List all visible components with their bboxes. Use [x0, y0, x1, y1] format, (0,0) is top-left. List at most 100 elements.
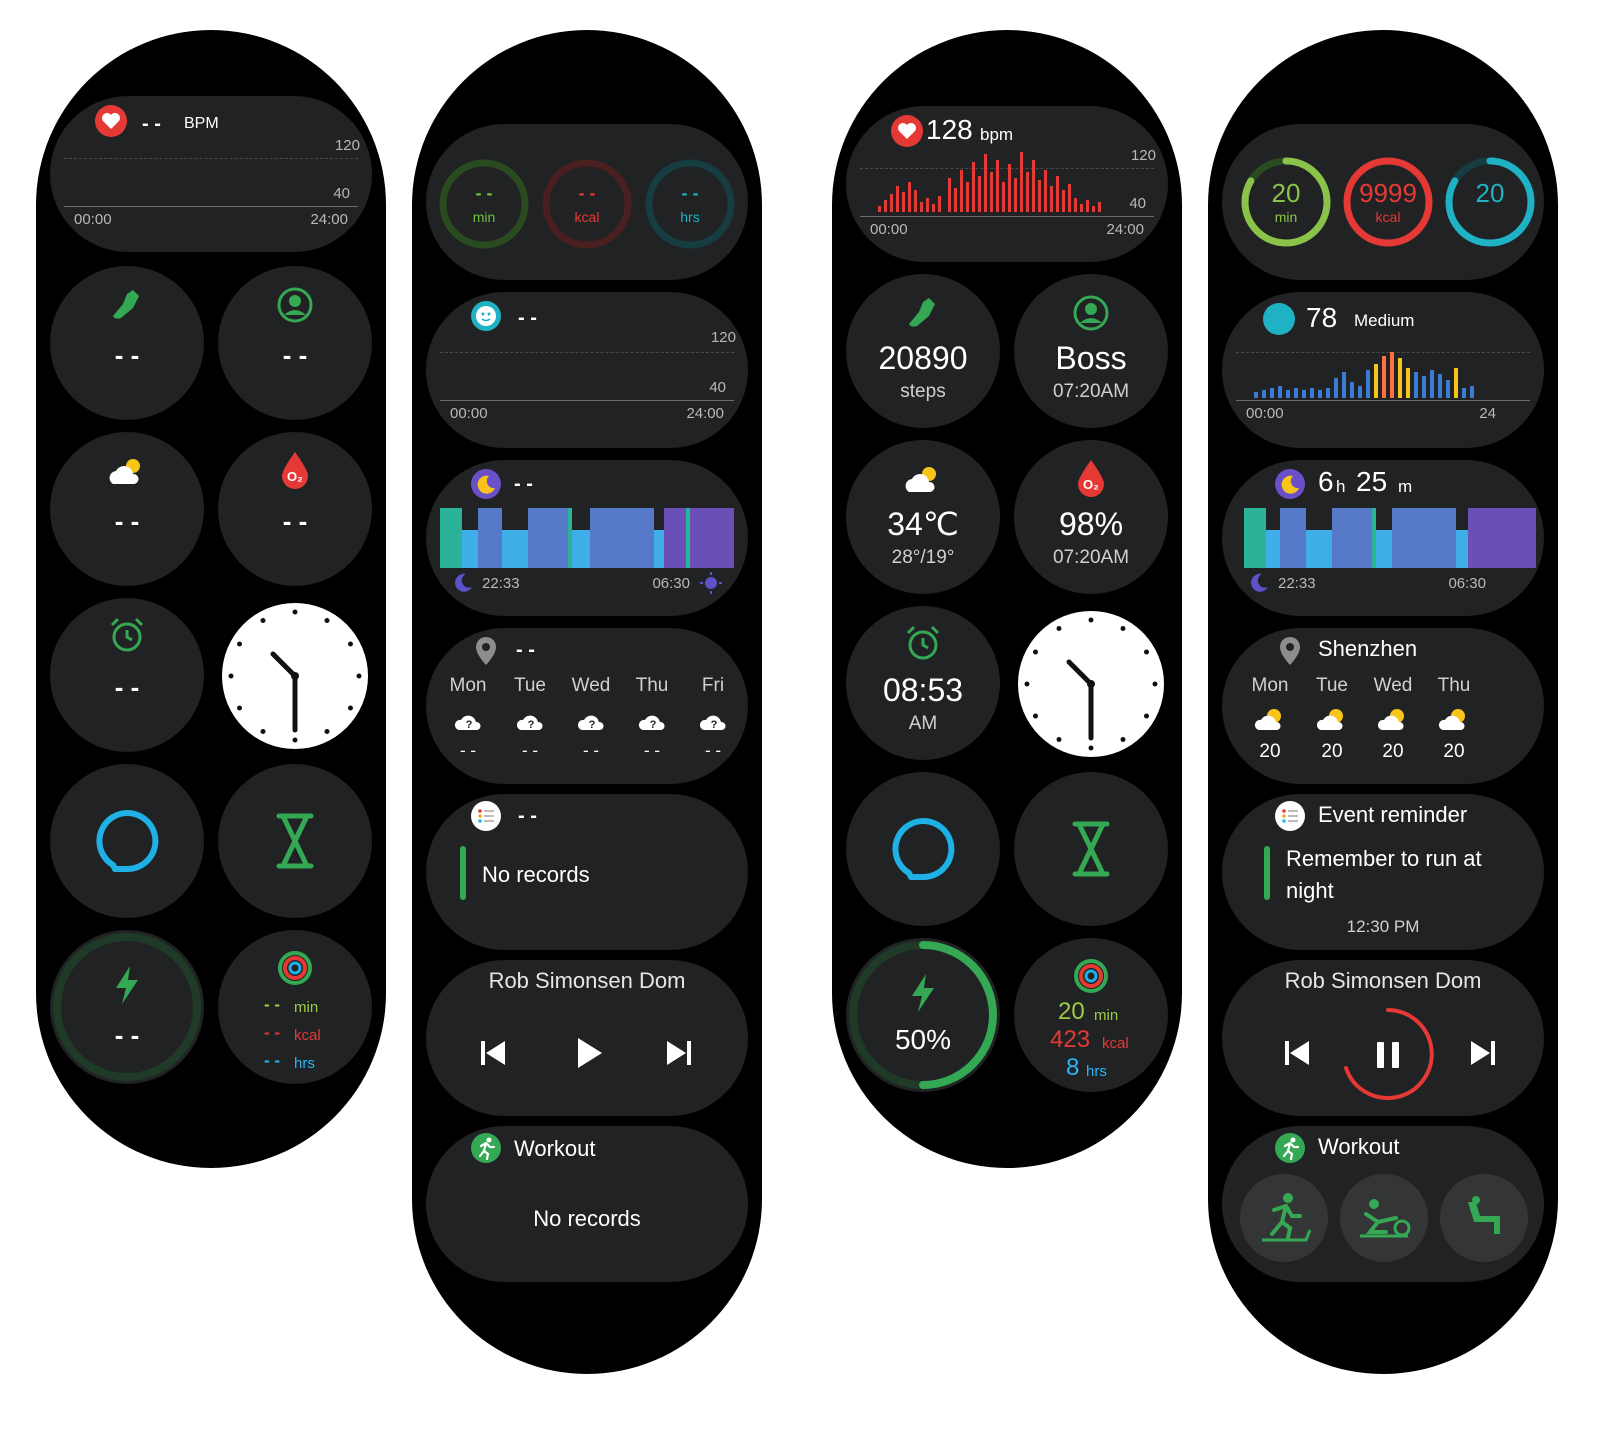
- events-card[interactable]: - - No records: [426, 794, 748, 950]
- chart-start-time: 00:00: [74, 211, 112, 228]
- contact-widget[interactable]: - -: [218, 266, 372, 420]
- screen-2: - - min - - kcal - - hrs - - 120 40 00:0…: [412, 30, 762, 1374]
- sleep-card[interactable]: 6 h 25 m 22:33 06:30: [1222, 460, 1544, 616]
- heart-rate-card[interactable]: - - BPM 120 40 00:00 24:00: [50, 96, 372, 252]
- stress-card[interactable]: - - 120 40 00:00 24:00: [426, 292, 748, 448]
- sleep-hours-unit: h: [1336, 477, 1346, 496]
- weather-forecast-card[interactable]: - - Mon Tue Wed Thu Fri ? ? ? ? ? - - - …: [426, 628, 748, 784]
- oxygen-drop-icon: O₂: [1078, 460, 1104, 497]
- next-track-icon[interactable]: [1468, 1038, 1498, 1068]
- list-icon: [1275, 801, 1305, 831]
- location-pin-icon: [476, 637, 496, 665]
- stress-baseline: [440, 400, 734, 401]
- running-icon: [471, 1133, 501, 1163]
- lightning-icon: [116, 966, 138, 1004]
- play-icon[interactable]: [574, 1036, 604, 1070]
- activity-rings-card[interactable]: 20 min 9999 kcal 20: [1222, 124, 1544, 280]
- strength-button[interactable]: [1440, 1174, 1528, 1262]
- workout-card[interactable]: Workout: [1222, 1126, 1544, 1282]
- analog-clock-widget[interactable]: [221, 602, 369, 750]
- activity-rings-card[interactable]: - - min - - kcal - - hrs: [426, 124, 748, 280]
- contact-widget[interactable]: Boss 07:20AM: [1014, 274, 1168, 428]
- events-text-line2: night: [1286, 878, 1334, 903]
- strength-icon: [1468, 1196, 1500, 1234]
- spo2-widget[interactable]: O₂ - -: [218, 432, 372, 586]
- spo2-widget[interactable]: O₂ 98% 07:20AM: [1014, 440, 1168, 594]
- alarm-widget[interactable]: 08:53 AM: [846, 606, 1000, 760]
- activity-min-unit: min: [1094, 1007, 1119, 1024]
- sleep-card[interactable]: - - 22:33 06:30: [426, 460, 748, 616]
- chart-max-label: 120: [1130, 147, 1156, 164]
- music-card[interactable]: Rob Simonsen Dom: [1222, 960, 1544, 1116]
- previous-track-icon[interactable]: [1282, 1038, 1312, 1068]
- activity-min-value: 20: [1058, 998, 1085, 1025]
- previous-track-icon[interactable]: [478, 1038, 508, 1068]
- next-track-icon[interactable]: [664, 1038, 694, 1068]
- sleep-value: - -: [514, 473, 533, 495]
- pause-icon[interactable]: [1374, 1040, 1402, 1070]
- forecast-day: Thu: [635, 675, 669, 696]
- forecast-day: Wed: [571, 675, 611, 696]
- track-title: Rob Simonsen Dom: [488, 970, 686, 992]
- sleep-start-time: 22:33: [482, 575, 520, 592]
- steps-widget[interactable]: - -: [50, 266, 204, 420]
- alarm-widget[interactable]: - -: [50, 598, 204, 752]
- forecast-temp: - -: [521, 741, 539, 760]
- sleep-minutes: 25: [1356, 466, 1388, 497]
- stress-level: Medium: [1354, 311, 1415, 330]
- chart-max-label: 120: [334, 137, 360, 154]
- forecast-temp: 20: [1321, 741, 1343, 762]
- workout-card[interactable]: Workout No records: [426, 1126, 748, 1282]
- forecast-day: Thu: [1437, 675, 1471, 696]
- svg-text:?: ?: [650, 719, 657, 731]
- partly-cloudy-icon: [1316, 709, 1343, 730]
- activity-kcal-unit: kcal: [294, 1027, 321, 1044]
- timer-widget[interactable]: [218, 764, 372, 918]
- stress-value: 78: [1306, 302, 1338, 333]
- ring-minutes-unit: min: [472, 209, 496, 225]
- timer-widget[interactable]: [1014, 772, 1168, 926]
- alexa-widget[interactable]: [846, 772, 1000, 926]
- alexa-widget[interactable]: [50, 764, 204, 918]
- stress-bars: [1254, 352, 1474, 398]
- stress-face-icon: [471, 301, 501, 331]
- weather-widget[interactable]: 34℃ 28°/19°: [846, 440, 1000, 594]
- battery-widget[interactable]: 50%: [846, 938, 1000, 1092]
- activity-min-unit: min: [294, 999, 319, 1016]
- ring-minutes-value: - -: [475, 183, 493, 203]
- rowing-button[interactable]: [1340, 1174, 1428, 1262]
- hourglass-icon: [276, 813, 314, 869]
- steps-widget[interactable]: 20890 steps: [846, 274, 1000, 428]
- activity-hrs-unit: hrs: [1086, 1063, 1107, 1080]
- music-card[interactable]: Rob Simonsen Dom: [426, 960, 748, 1116]
- weather-forecast-card[interactable]: Shenzhen Mon Tue Wed Thu 20 20 20 20: [1222, 628, 1544, 784]
- activity-hrs-value: - -: [264, 1051, 281, 1070]
- forecast-day: Mon: [1251, 675, 1289, 696]
- weather-widget[interactable]: - -: [50, 432, 204, 586]
- forecast-day: Fri: [701, 675, 725, 696]
- screen-4: 20 min 9999 kcal 20 78 Medium 00:00 24 6…: [1208, 30, 1558, 1374]
- ring-minutes-unit: min: [1274, 209, 1298, 225]
- activity-rings-icon: [1074, 959, 1108, 993]
- forecast-temp: - -: [704, 741, 722, 760]
- heart-rate-value: 128: [926, 114, 973, 145]
- battery-widget[interactable]: - -: [50, 930, 204, 1084]
- events-text-line1: Remember to run at: [1286, 846, 1482, 871]
- activity-widget[interactable]: - - min - - kcal - - hrs: [218, 930, 372, 1084]
- analog-clock-widget[interactable]: [1017, 610, 1165, 758]
- treadmill-button[interactable]: [1240, 1174, 1328, 1262]
- screen-3: 128 bpm 120 40 00:00 24:00 20890 steps B…: [832, 30, 1182, 1168]
- steps-unit: steps: [900, 381, 946, 402]
- activity-kcal-unit: kcal: [1102, 1035, 1129, 1052]
- sleep-start-time: 22:33: [1278, 575, 1316, 592]
- events-card[interactable]: Event reminder Remember to run at night …: [1222, 794, 1544, 950]
- stress-end-time: 24: [1479, 405, 1496, 422]
- activity-widget[interactable]: 20 min 423 kcal 8 hrs: [1014, 938, 1168, 1092]
- sleep-end-time: 06:30: [1448, 575, 1486, 592]
- alarm-time: 08:53: [882, 672, 964, 708]
- events-time: 12:30 PM: [1346, 917, 1420, 936]
- contact-value: - -: [282, 340, 308, 370]
- sleep-stage-chart: [440, 508, 734, 568]
- heart-rate-card[interactable]: 128 bpm 120 40 00:00 24:00: [846, 106, 1168, 262]
- stress-card[interactable]: 78 Medium 00:00 24: [1222, 292, 1544, 448]
